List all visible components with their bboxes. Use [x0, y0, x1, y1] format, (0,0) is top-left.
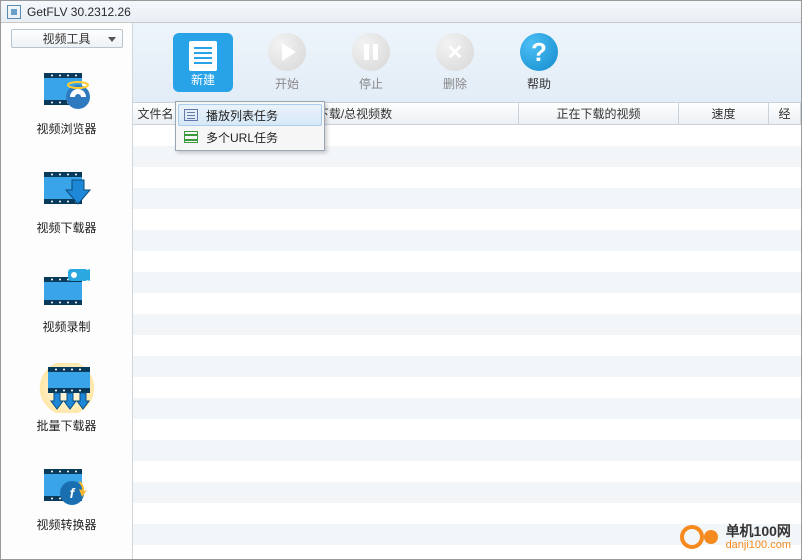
table-row	[133, 251, 801, 272]
new-label: 新建	[191, 71, 215, 88]
table-row	[133, 440, 801, 461]
menu-item-label: 播放列表任务	[206, 107, 278, 124]
stop-button[interactable]: 停止	[341, 33, 401, 92]
film-convert-icon: f	[38, 462, 96, 512]
sidebar-item-label: 视频转换器	[36, 516, 96, 533]
delete-label: 删除	[443, 75, 467, 92]
sidebar-item-batch[interactable]: 批量下载器	[1, 363, 132, 434]
table-row	[133, 188, 801, 209]
table-row	[133, 482, 801, 503]
grid-icon	[184, 131, 198, 143]
sidebar-item-converter[interactable]: f 视频转换器	[1, 462, 132, 533]
table-row	[133, 398, 801, 419]
sidebar-dropdown[interactable]: 视频工具	[11, 29, 123, 48]
film-download-icon	[38, 165, 96, 215]
sidebar: 视频工具 视频浏览器 视频下载器 视频录制 批量下载器	[1, 23, 133, 559]
sidebar-item-label: 视频下载器	[36, 219, 96, 236]
menu-item-label: 多个URL任务	[206, 129, 278, 146]
table-row	[133, 209, 801, 230]
table-row	[133, 230, 801, 251]
col-filename[interactable]: 文件名	[133, 103, 179, 124]
help-icon: ?	[520, 33, 558, 71]
sidebar-item-recorder[interactable]: 视频录制	[1, 264, 132, 335]
table-row	[133, 356, 801, 377]
sidebar-header-label: 视频工具	[42, 30, 90, 47]
watermark: 单机100网 danji100.com	[680, 524, 791, 551]
menu-item-playlist[interactable]: 播放列表任务	[178, 104, 322, 126]
sidebar-item-downloader[interactable]: 视频下载器	[1, 165, 132, 236]
table-row	[133, 335, 801, 356]
app-icon	[7, 5, 21, 19]
window-titlebar: GetFLV 30.2312.26	[1, 1, 801, 23]
start-label: 开始	[275, 75, 299, 92]
play-icon	[268, 33, 306, 71]
list-icon	[184, 109, 198, 121]
toolbar: 新建 开始 停止 ✕ 删除 ? 帮助	[133, 23, 801, 103]
delete-button[interactable]: ✕ 删除	[425, 33, 485, 92]
sidebar-item-label: 视频录制	[42, 318, 90, 335]
sidebar-item-browser[interactable]: 视频浏览器	[1, 66, 132, 137]
col-elapsed[interactable]: 经	[769, 103, 801, 124]
table-row	[133, 314, 801, 335]
menu-item-multiurl[interactable]: 多个URL任务	[178, 126, 322, 148]
film-ie-icon	[38, 66, 96, 116]
watermark-url: danji100.com	[726, 539, 791, 551]
film-batch-icon	[38, 363, 96, 413]
table-row	[133, 272, 801, 293]
close-icon: ✕	[436, 33, 474, 71]
film-record-icon	[38, 264, 96, 314]
sidebar-item-label: 批量下载器	[36, 417, 96, 434]
table-row	[133, 167, 801, 188]
start-button[interactable]: 开始	[257, 33, 317, 92]
document-icon	[189, 41, 217, 71]
sidebar-item-label: 视频浏览器	[36, 120, 96, 137]
table-row	[133, 461, 801, 482]
stop-label: 停止	[359, 75, 383, 92]
pause-icon	[352, 33, 390, 71]
help-button[interactable]: ? 帮助	[509, 33, 569, 92]
table-row	[133, 419, 801, 440]
table-row	[133, 503, 801, 524]
col-downloading[interactable]: 正在下载的视频	[519, 103, 679, 124]
table-row	[133, 377, 801, 398]
watermark-name: 单机100网	[726, 524, 791, 539]
table-row	[133, 293, 801, 314]
watermark-logo-icon	[680, 524, 718, 550]
task-grid[interactable]	[133, 125, 801, 559]
help-label: 帮助	[527, 75, 551, 92]
window-title: GetFLV 30.2312.26	[27, 5, 131, 19]
col-speed[interactable]: 速度	[679, 103, 769, 124]
new-dropdown-menu: 播放列表任务 多个URL任务	[175, 101, 325, 151]
new-button[interactable]: 新建	[173, 33, 233, 92]
